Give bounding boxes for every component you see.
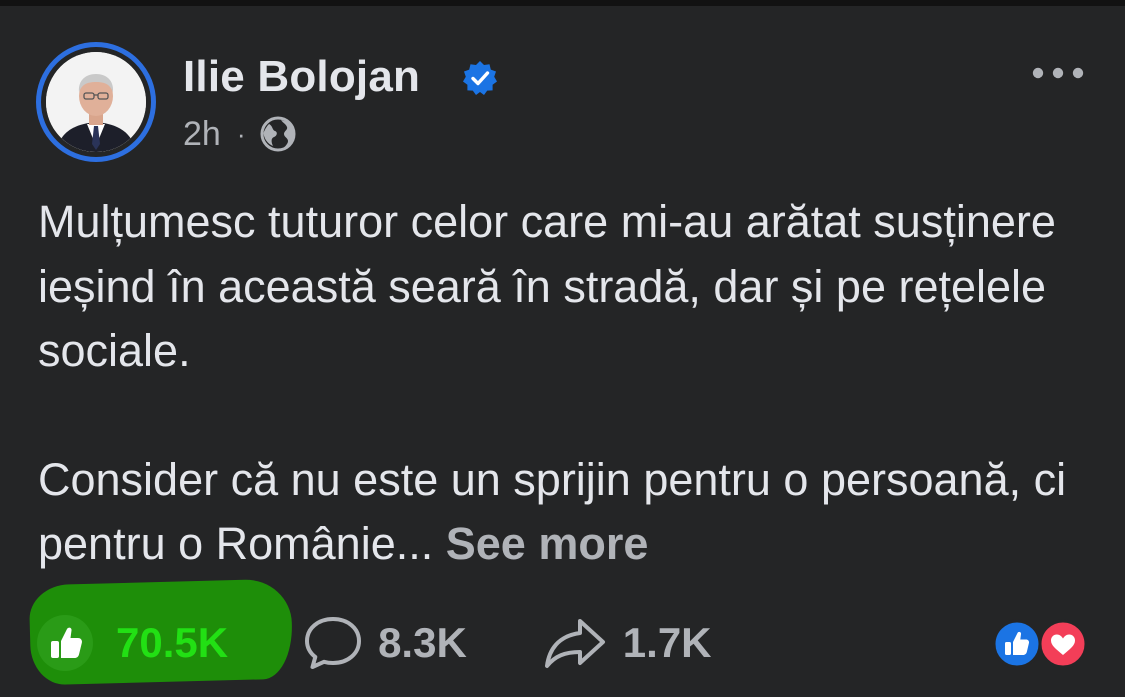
post-time[interactable]: 2h: [183, 115, 221, 154]
avatar[interactable]: [36, 42, 156, 162]
action-bar: 70.5K 8.3K 1.7K: [36, 608, 712, 678]
love-icon: [1038, 619, 1088, 669]
like-count: 70.5K: [116, 619, 229, 666]
comment-count: 8.3K: [378, 619, 467, 666]
post-paragraph: Mulțumesc tuturor celor care mi-au arăta…: [38, 196, 1056, 376]
post-text: Mulțumesc tuturor celor care mi-au arăta…: [38, 190, 1098, 577]
meta-separator: ·: [236, 118, 246, 149]
thumbs-up-icon: [37, 615, 93, 671]
globe-icon: [260, 116, 295, 152]
like-button[interactable]: 70.5K: [36, 614, 228, 672]
profile-photo: [46, 52, 146, 152]
post-meta: 2h ·: [183, 114, 296, 154]
post-paragraph: Consider că nu este un sprijin pentru o …: [38, 448, 1098, 577]
like-reaction-icon: [992, 619, 1042, 669]
author-name[interactable]: Ilie Bolojan: [183, 52, 420, 102]
see-more-link[interactable]: See more: [446, 518, 649, 569]
top-edge: [0, 0, 1125, 6]
share-count: 1.7K: [622, 619, 712, 666]
share-icon: [544, 619, 605, 668]
comment-button[interactable]: 8.3K: [302, 615, 467, 671]
comment-icon: [305, 617, 362, 669]
share-button[interactable]: 1.7K: [543, 616, 712, 670]
verified-badge-icon: [463, 61, 497, 95]
more-options-icon[interactable]: [1030, 60, 1086, 86]
reaction-summary[interactable]: [990, 618, 1090, 670]
